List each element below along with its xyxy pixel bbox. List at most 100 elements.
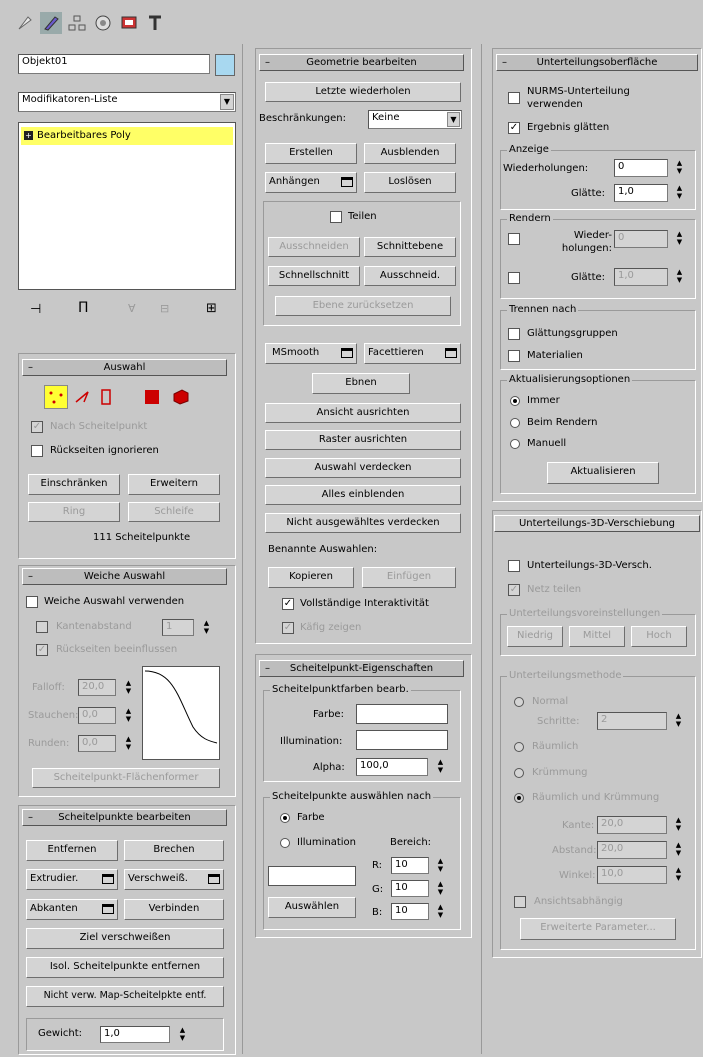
settings-icon[interactable]	[341, 348, 353, 358]
ausblenden-button[interactable]: Ausblenden	[364, 143, 456, 164]
nach-scheitelpunkt-checkbox[interactable]: ✓	[31, 421, 43, 433]
falloff-spinner[interactable]: ▲ ▼	[124, 679, 133, 697]
r-spinner[interactable]: ▲ ▼	[436, 857, 445, 875]
gewicht-spinner[interactable]: ▲ ▼	[178, 1026, 187, 1044]
abstand-spinner[interactable]: ▲ ▼	[674, 841, 683, 859]
rendern-wiederholungen-spinner[interactable]: ▲ ▼	[675, 230, 684, 248]
rollout-sp-bearbeiten[interactable]: – Scheitelpunkte bearbeiten	[22, 809, 227, 826]
rueckseiten-checkbox[interactable]	[31, 445, 43, 457]
r-input[interactable]: 10	[391, 857, 429, 874]
wiederholungen-spinner[interactable]: ▲ ▼	[675, 159, 684, 177]
brechen-button[interactable]: Brechen	[124, 840, 224, 861]
rollout-geometrie[interactable]: – Geometrie bearbeiten	[259, 54, 464, 71]
schritte-input[interactable]: 2	[597, 712, 667, 730]
b-spinner[interactable]: ▲ ▼	[436, 903, 445, 921]
kopieren-button[interactable]: Kopieren	[268, 567, 354, 588]
utilities-icon[interactable]	[144, 12, 166, 34]
anhaengen-button[interactable]: Anhängen	[265, 172, 357, 193]
falloff-input[interactable]: 20,0	[78, 679, 116, 696]
einschraenken-button[interactable]: Einschränken	[28, 474, 120, 495]
select-color-swatch[interactable]	[268, 866, 356, 886]
niedrig-button[interactable]: Niedrig	[507, 626, 563, 647]
rueckseiten-beeinflussen-checkbox[interactable]: ✓	[36, 644, 48, 656]
polygon-mode-icon[interactable]	[145, 390, 159, 404]
settings-icon[interactable]	[102, 874, 114, 884]
extrudieren-button[interactable]: Extrudier.	[26, 869, 118, 890]
verbinden-button[interactable]: Verbinden	[124, 899, 224, 920]
auswaehlen-button[interactable]: Auswählen	[268, 897, 356, 918]
runden-spinner[interactable]: ▲ ▼	[124, 735, 133, 753]
element-mode-icon[interactable]	[172, 388, 190, 409]
verschweissen-button[interactable]: Verschweiß.	[124, 869, 224, 890]
loesen-button[interactable]: Loslösen	[364, 172, 456, 193]
motion-icon[interactable]	[92, 12, 114, 34]
unterteilung-3d-checkbox[interactable]	[508, 560, 520, 572]
schritte-spinner[interactable]: ▲ ▼	[674, 712, 683, 730]
schnellschnitt-button[interactable]: Schnellschnitt	[268, 266, 360, 286]
vertex-mode-icon[interactable]	[44, 385, 68, 409]
kante-spinner[interactable]: ▲ ▼	[674, 816, 683, 834]
expand-icon[interactable]: +	[24, 131, 33, 140]
aktualisieren-button[interactable]: Aktualisieren	[547, 462, 659, 484]
weiche-verwenden-checkbox[interactable]	[26, 596, 38, 608]
settings-icon[interactable]	[341, 177, 353, 187]
farbe-radio[interactable]	[280, 813, 290, 823]
schnittebene-button[interactable]: Schnittebene	[364, 237, 456, 257]
rollout-verschiebung[interactable]: Unterteilungs-3D-Verschiebung	[494, 515, 700, 532]
nicht-ausgewaehltes-button[interactable]: Nicht ausgewähltes verdecken	[265, 513, 461, 533]
winkel-input[interactable]: 10,0	[597, 866, 667, 884]
kantenabstand-checkbox[interactable]	[36, 621, 48, 633]
nicht-verw-button[interactable]: Nicht verw. Map-Scheitelpkte entf.	[26, 986, 224, 1007]
kruemmung-radio[interactable]	[514, 768, 524, 778]
pin-icon[interactable]: ⊣	[30, 302, 41, 317]
stauchen-input[interactable]: 0,0	[78, 707, 116, 724]
rollout-sp-eigenschaften[interactable]: – Scheitelpunkt-Eigenschaften	[259, 660, 464, 677]
g-spinner[interactable]: ▲ ▼	[436, 880, 445, 898]
display-icon[interactable]	[118, 12, 140, 34]
configure-icon[interactable]: ⊞	[206, 301, 217, 316]
hierarchy-icon[interactable]	[66, 12, 88, 34]
object-name-input[interactable]: Objekt01	[18, 54, 210, 74]
ausschneiden-button[interactable]: Ausschneiden	[268, 237, 360, 257]
stauchen-spinner[interactable]: ▲ ▼	[124, 707, 133, 725]
rollout-weiche-auswahl[interactable]: – Weiche Auswahl	[22, 568, 227, 585]
glaette-spinner[interactable]: ▲ ▼	[675, 184, 684, 202]
erstellen-button[interactable]: Erstellen	[265, 143, 357, 164]
ansicht-ausrichten-button[interactable]: Ansicht ausrichten	[265, 403, 461, 423]
modifier-list-dropdown[interactable]: Modifikatoren-Liste ▼	[18, 92, 236, 112]
hoch-button[interactable]: Hoch	[631, 626, 687, 647]
erweitern-button[interactable]: Erweitern	[128, 474, 220, 495]
manuell-radio[interactable]	[510, 439, 520, 449]
auswahl-verdecken-button[interactable]: Auswahl verdecken	[265, 458, 461, 478]
alpha-input[interactable]: 100,0	[356, 758, 428, 776]
nurms-checkbox[interactable]	[508, 92, 520, 104]
ziel-verschweissen-button[interactable]: Ziel verschweißen	[26, 928, 224, 949]
wiederholungen-input[interactable]: 0	[614, 159, 668, 177]
illumination-radio[interactable]	[280, 838, 290, 848]
alpha-spinner[interactable]: ▲ ▼	[436, 758, 445, 776]
erweiterte-parameter-button[interactable]: Erweiterte Parameter...	[520, 918, 676, 940]
alles-einblenden-button[interactable]: Alles einblenden	[265, 485, 461, 505]
border-mode-icon[interactable]	[98, 388, 116, 409]
ebene-zuruecksetzen-button[interactable]: Ebene zurücksetzen	[275, 296, 451, 316]
glaette-input[interactable]: 1,0	[614, 184, 668, 202]
settings-icon[interactable]	[102, 904, 114, 914]
settings-icon[interactable]	[445, 348, 457, 358]
raster-ausrichten-button[interactable]: Raster ausrichten	[265, 430, 461, 450]
kantenabstand-input[interactable]: 1	[162, 619, 194, 636]
einfuegen-button[interactable]: Einfügen	[362, 567, 456, 588]
isol-entfernen-button[interactable]: Isol. Scheitelpunkte entfernen	[26, 957, 224, 978]
ausschneid-button[interactable]: Ausschneid.	[364, 266, 456, 286]
object-color-swatch[interactable]	[215, 54, 235, 76]
facettieren-button[interactable]: Facettieren	[364, 343, 461, 364]
schleife-button[interactable]: Schleife	[128, 502, 220, 522]
entfernen-button[interactable]: Entfernen	[26, 840, 118, 861]
kante-input[interactable]: 20,0	[597, 816, 667, 834]
modify-icon[interactable]	[40, 12, 62, 34]
materialien-checkbox[interactable]	[508, 350, 520, 362]
msmooth-button[interactable]: MSmooth	[265, 343, 357, 364]
ansichtsabh-checkbox[interactable]	[514, 896, 526, 908]
rendern-wiederholungen-input[interactable]: 0	[614, 230, 668, 248]
rendern-glaette-spinner[interactable]: ▲ ▼	[675, 268, 684, 286]
vollstaendig-checkbox[interactable]: ✓	[282, 598, 294, 610]
